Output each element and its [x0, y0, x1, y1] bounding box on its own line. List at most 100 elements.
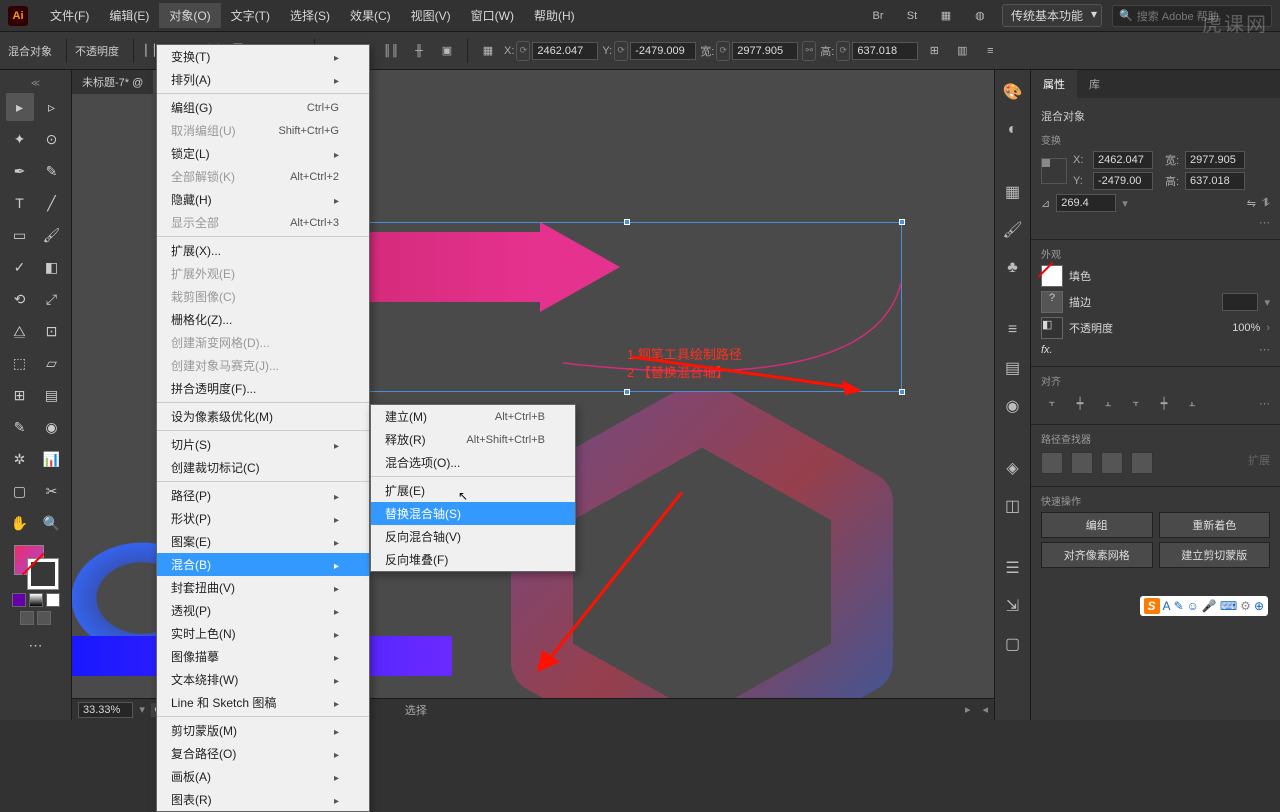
y-input[interactable]	[630, 42, 696, 60]
fill-stroke-swatch[interactable]	[14, 545, 58, 589]
panel-y-input[interactable]	[1093, 172, 1153, 190]
pixel-align-button[interactable]: 对齐像素网格	[1041, 542, 1153, 568]
menu-item[interactable]: 形状(P)	[157, 507, 369, 530]
screen-normal-icon[interactable]	[20, 611, 34, 625]
minus-front-icon[interactable]	[1071, 452, 1093, 474]
menu-item[interactable]: 锁定(L)	[157, 142, 369, 165]
color-panel-icon[interactable]: 🎨	[1001, 80, 1025, 104]
shape-builder-tool[interactable]: ⬚	[6, 349, 34, 377]
menu-item[interactable]: 扩展(E)	[371, 479, 575, 502]
menu-file[interactable]: 文件(F)	[40, 3, 99, 28]
menu-item[interactable]: 图案(E)	[157, 530, 369, 553]
menu-item[interactable]: 释放(R)Alt+Shift+Ctrl+B	[371, 428, 575, 451]
more-options-icon[interactable]: ⋯	[1259, 397, 1270, 410]
menu-item[interactable]: 创建裁切标记(C)	[157, 456, 369, 479]
more-icon[interactable]: ≡	[978, 39, 1002, 63]
menu-item[interactable]: 封套扭曲(V)	[157, 576, 369, 599]
more-options-icon[interactable]: ⋯	[1259, 343, 1270, 356]
menu-item[interactable]: 图像描摹	[157, 645, 369, 668]
menu-item[interactable]: 栅格化(Z)...	[157, 308, 369, 331]
stepper-icon[interactable]: ⟳	[716, 41, 730, 61]
opacity-value[interactable]: 100%	[1232, 322, 1260, 334]
pen-tool[interactable]: ✒	[6, 157, 34, 185]
align-bottom-icon[interactable]: ⫠	[1181, 392, 1203, 414]
selection-tool[interactable]: ▸	[6, 93, 34, 121]
slice-tool[interactable]: ✂	[38, 477, 66, 505]
ref-point-grid[interactable]	[1041, 158, 1067, 184]
more-options-icon[interactable]: ⋯	[1259, 216, 1270, 229]
opacity-swatch[interactable]: ◧	[1041, 317, 1063, 339]
panel-angle-input[interactable]	[1056, 194, 1116, 212]
appearance-panel-icon[interactable]: ◈	[1001, 456, 1025, 480]
group-button[interactable]: 编组	[1041, 512, 1153, 538]
zoom-level[interactable]: 33.33%	[78, 702, 133, 718]
menu-item[interactable]: 路径(P)	[157, 484, 369, 507]
hand-tool[interactable]: ✋	[6, 509, 34, 537]
fx-button[interactable]: fx.	[1041, 344, 1053, 356]
mesh-tool[interactable]: ⊞	[6, 381, 34, 409]
menu-item[interactable]: 剪切蒙版(M)	[157, 719, 369, 742]
curvature-tool[interactable]: ✎	[38, 157, 66, 185]
menu-view[interactable]: 视图(V)	[401, 3, 461, 28]
free-transform-tool[interactable]: ⊡	[38, 317, 66, 345]
menu-item[interactable]: 文本绕排(W)	[157, 668, 369, 691]
recolor-button[interactable]: 重新着色	[1159, 512, 1271, 538]
menu-item[interactable]: 图表(R)	[157, 788, 369, 811]
alignto-icon[interactable]: ▣	[435, 39, 459, 63]
arrange-docs-icon[interactable]: ▦	[934, 4, 958, 28]
layers-panel-icon[interactable]: ☰	[1001, 556, 1025, 580]
magic-wand-tool[interactable]: ✦	[6, 125, 34, 153]
expand-button[interactable]: 扩展	[1248, 452, 1270, 474]
menu-item[interactable]: 排列(A)	[157, 68, 369, 91]
menu-effect[interactable]: 效果(C)	[340, 3, 401, 28]
symbol-tool[interactable]: ✲	[6, 445, 34, 473]
graph-tool[interactable]: 📊	[38, 445, 66, 473]
stepper-icon[interactable]: ⟳	[516, 41, 530, 61]
menu-item[interactable]: 透视(P)	[157, 599, 369, 622]
menu-item[interactable]: 反向堆叠(F)	[371, 548, 575, 571]
menu-item[interactable]: 隐藏(H)	[157, 188, 369, 211]
unite-icon[interactable]	[1041, 452, 1063, 474]
fill-swatch[interactable]	[1041, 265, 1063, 287]
type-tool[interactable]: T	[6, 189, 34, 217]
menu-object[interactable]: 对象(O)	[159, 3, 220, 28]
gradient-panel-icon[interactable]: ▤	[1001, 356, 1025, 380]
align-left-icon[interactable]: ⫟	[1041, 392, 1063, 414]
width-tool[interactable]: ⧋	[6, 317, 34, 345]
menu-item[interactable]: 复合路径(O)	[157, 742, 369, 765]
dist4-icon[interactable]: ╫	[407, 39, 431, 63]
stepper-icon[interactable]: ⟳	[614, 41, 628, 61]
eyedropper-tool[interactable]: ✎	[6, 413, 34, 441]
screen-full-icon[interactable]	[37, 611, 51, 625]
menu-item[interactable]: 替换混合轴(S)	[371, 502, 575, 525]
tab-properties[interactable]: 属性	[1031, 70, 1077, 98]
scale-tool[interactable]: ⤢	[38, 285, 66, 313]
ime-toolbar[interactable]: SA✎☺🎤⌨⚙⊕	[1140, 596, 1268, 616]
flip-h-icon[interactable]: ⇋	[1247, 197, 1256, 210]
panel-h-input[interactable]	[1185, 172, 1245, 190]
stroke-swatch[interactable]: ?	[1041, 291, 1063, 313]
transparency-panel-icon[interactable]: ◉	[1001, 394, 1025, 418]
exclude-icon[interactable]	[1131, 452, 1153, 474]
menu-item[interactable]: 切片(S)	[157, 433, 369, 456]
menu-edit[interactable]: 编辑(E)	[99, 3, 159, 28]
menu-type[interactable]: 文字(T)	[221, 3, 280, 28]
gpu-icon[interactable]: ◍	[968, 4, 992, 28]
panel-x-input[interactable]	[1093, 151, 1153, 169]
menu-select[interactable]: 选择(S)	[280, 3, 340, 28]
color-guide-icon[interactable]: ◐	[1001, 118, 1025, 142]
shaper-tool[interactable]: ✓	[6, 253, 34, 281]
artboards-panel-icon[interactable]: ▢	[1001, 632, 1025, 656]
flip-v-icon[interactable]: ⥮	[1262, 197, 1270, 210]
search-input[interactable]: 🔍 搜索 Adobe 帮助	[1112, 5, 1272, 27]
align-vcenter-icon[interactable]: ┿	[1153, 392, 1175, 414]
artboard-tool[interactable]: ▢	[6, 477, 34, 505]
align-top-icon[interactable]: ⫟	[1125, 392, 1147, 414]
menu-item[interactable]: 变换(T)	[157, 45, 369, 68]
line-tool[interactable]: ╱	[38, 189, 66, 217]
eraser-tool[interactable]: ◧	[38, 253, 66, 281]
menu-item[interactable]: 画板(A)	[157, 765, 369, 788]
zoom-tool[interactable]: 🔍	[38, 509, 66, 537]
panel-w-input[interactable]	[1185, 151, 1245, 169]
gradient-tool[interactable]: ▤	[38, 381, 66, 409]
